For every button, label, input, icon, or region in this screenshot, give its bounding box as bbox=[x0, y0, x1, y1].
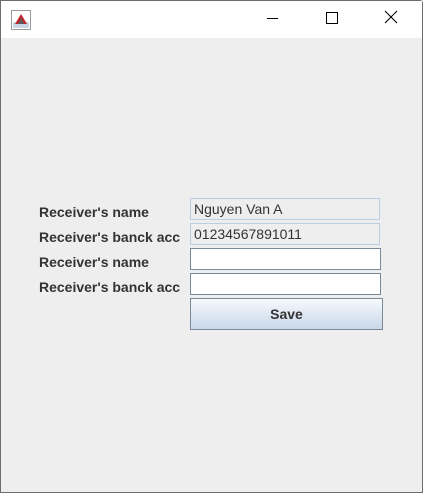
maximize-icon bbox=[326, 11, 338, 29]
receiver-bank-account-display: 01234567891011 bbox=[190, 223, 380, 245]
receiver-bank-account-label: Receiver's banck acc bbox=[39, 229, 181, 245]
receiver-bank-account-input[interactable] bbox=[190, 273, 381, 295]
new-receiver-bank-account-label: Receiver's banck acc bbox=[39, 279, 181, 295]
app-window: Receiver's name Nguyen Van A Receiver's … bbox=[0, 0, 423, 493]
title-bar[interactable] bbox=[1, 1, 422, 38]
receiver-name-label: Receiver's name bbox=[39, 204, 149, 220]
new-receiver-name-label: Receiver's name bbox=[39, 254, 149, 270]
close-button[interactable] bbox=[368, 1, 414, 38]
receiver-name-display: Nguyen Van A bbox=[190, 198, 380, 220]
maximize-button[interactable] bbox=[309, 1, 355, 38]
save-button[interactable]: Save bbox=[190, 298, 383, 330]
form-panel: Receiver's name Nguyen Van A Receiver's … bbox=[1, 38, 422, 492]
close-icon bbox=[384, 10, 398, 29]
receiver-name-input[interactable] bbox=[190, 248, 381, 270]
java-app-icon bbox=[11, 10, 31, 30]
minimize-button[interactable] bbox=[250, 1, 296, 38]
minimize-icon bbox=[267, 11, 279, 29]
